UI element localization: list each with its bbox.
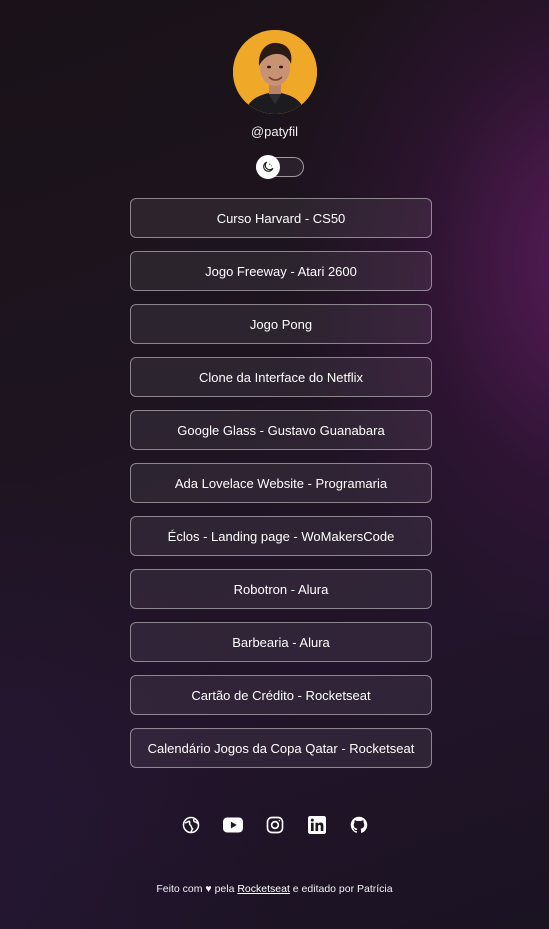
- link-button-netflix[interactable]: Clone da Interface do Netflix: [130, 357, 432, 397]
- moon-icon: [263, 161, 274, 172]
- list-item: Calendário Jogos da Copa Qatar - Rockets…: [130, 728, 432, 768]
- footer-suffix: e editado por Patrícia: [292, 883, 393, 895]
- link-button-cs50[interactable]: Curso Harvard - CS50: [130, 198, 432, 238]
- instagram-link[interactable]: [265, 815, 285, 835]
- link-button-freeway[interactable]: Jogo Freeway - Atari 2600: [130, 251, 432, 291]
- link-button-ada-lovelace[interactable]: Ada Lovelace Website - Programaria: [130, 463, 432, 503]
- list-item: Google Glass - Gustavo Guanabara: [130, 410, 432, 450]
- avatar: [232, 30, 317, 114]
- globe-link[interactable]: [181, 815, 201, 835]
- linkedin-link[interactable]: [307, 815, 327, 835]
- linkedin-icon: [307, 816, 326, 834]
- link-button-robotron[interactable]: Robotron - Alura: [130, 569, 432, 609]
- profile: @patyfil: [0, 30, 549, 140]
- link-button-cartao[interactable]: Cartão de Crédito - Rocketseat: [130, 675, 432, 715]
- list-item: Éclos - Landing page - WoMakersCode: [130, 516, 432, 556]
- globe-icon: [182, 816, 199, 834]
- theme-toggle[interactable]: [256, 155, 304, 179]
- instagram-icon: [266, 816, 283, 834]
- page: @patyfil Curso Harvard - CS50 Jogo Freew…: [0, 0, 549, 929]
- link-button-eclos[interactable]: Éclos - Landing page - WoMakersCode: [130, 516, 432, 556]
- youtube-icon: [222, 817, 243, 833]
- link-button-pong[interactable]: Jogo Pong: [130, 304, 432, 344]
- list-item: Jogo Freeway - Atari 2600: [130, 251, 432, 291]
- list-item: Jogo Pong: [130, 304, 432, 344]
- list-item: Ada Lovelace Website - Programaria: [130, 463, 432, 503]
- list-item: Curso Harvard - CS50: [130, 198, 432, 238]
- footer-prefix: Feito com: [156, 883, 203, 895]
- github-icon: [350, 816, 367, 833]
- link-list: Curso Harvard - CS50 Jogo Freeway - Atar…: [130, 198, 432, 781]
- github-link[interactable]: [349, 815, 369, 835]
- link-button-calendario[interactable]: Calendário Jogos da Copa Qatar - Rockets…: [130, 728, 432, 768]
- list-item: Cartão de Crédito - Rocketseat: [130, 675, 432, 715]
- rocketseat-link[interactable]: Rocketseat: [237, 883, 290, 895]
- youtube-link[interactable]: [222, 815, 243, 835]
- footer-by: pela: [214, 883, 235, 895]
- list-item: Robotron - Alura: [130, 569, 432, 609]
- list-item: Clone da Interface do Netflix: [130, 357, 432, 397]
- list-item: Barbearia - Alura: [130, 622, 432, 662]
- profile-handle: @patyfil: [250, 124, 299, 139]
- theme-toggle-knob[interactable]: [256, 155, 280, 179]
- footer: Feito com ♥ pela Rocketseat e editado po…: [0, 882, 549, 896]
- link-button-google-glass[interactable]: Google Glass - Gustavo Guanabara: [130, 410, 432, 450]
- heart-icon: ♥: [205, 883, 212, 895]
- social-links: [0, 815, 549, 835]
- link-button-barbearia[interactable]: Barbearia - Alura: [130, 622, 432, 662]
